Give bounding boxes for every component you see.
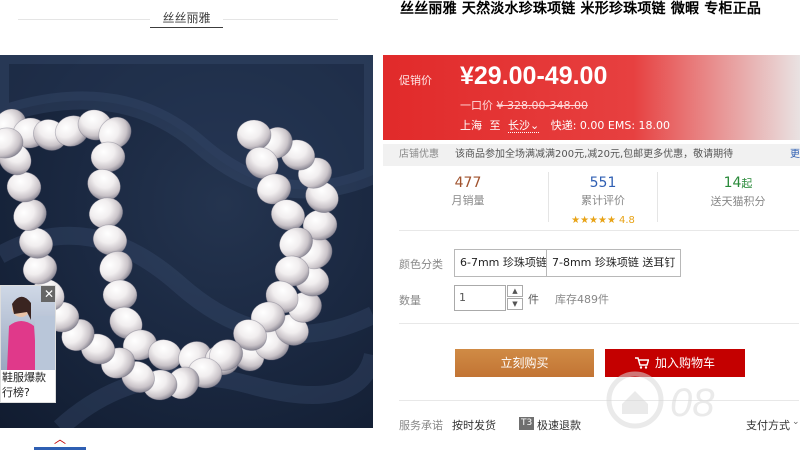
sales-stats: 477 月销量 551 累计评价 ★★★★★ 4.8 14起 送天猫积分 [383,172,800,226]
service-label: 服务承诺 [399,419,443,432]
t3-badge-icon: T3 [519,417,535,430]
gallery-panel: 丝丝丽雅 ✕ 鞋服爆款 行榜? ︿ [0,0,373,450]
add-to-cart-button[interactable]: 加入购物车 [605,349,745,377]
chevron-up-icon: ︿ [53,432,66,446]
points-caption: 送天猫积分 [710,195,766,208]
service-on-time-shipping[interactable]: 按时发货 [452,417,496,433]
ship-to-city[interactable]: 长沙 [508,119,530,132]
promo-price-label: 促销价 [399,74,432,87]
shipping-fee: 快递: 0.00 EMS: 18.00 [550,119,671,132]
ad-text-line2[interactable]: 行榜? [2,385,55,400]
shipping-row: 上海 至 长沙⌄ 快递: 0.00 EMS: 18.00 [460,117,670,133]
side-ad-banner[interactable]: ✕ 鞋服爆款 行榜? [0,285,56,403]
quantity-decrease-button[interactable]: ▼ [507,298,523,310]
quantity-increase-button[interactable]: ▲ [507,285,523,297]
original-price-row: 一口价 ¥ 328.00-348.00 [460,97,588,113]
payment-methods-toggle[interactable]: 支付方式 [746,417,790,433]
chevron-down-icon[interactable]: ⌄ [792,417,800,427]
stat-monthly-sales: 477 月销量 [423,172,513,222]
quantity-unit: 件 [528,293,539,306]
pearl [102,279,138,311]
stat-reviews[interactable]: 551 累计评价 ★★★★★ 4.8 [548,172,658,226]
add-to-cart-label[interactable]: 加入购物车 [655,356,715,370]
ship-to-city-select[interactable]: 长沙⌄ [508,119,540,133]
monthly-sales-count: 477 [454,175,482,191]
ship-to-word: 至 [489,119,501,132]
product-main-image[interactable]: ✕ 鞋服爆款 行榜? [0,55,373,428]
shop-promotion-more-link[interactable]: 更 [790,144,800,166]
stock-count: 库存489件 [555,293,609,306]
service-fast-refund[interactable]: 极速退款 [537,417,581,433]
service-row: 服务承诺 按时发货 T3 极速退款 支付方式 ⌄ [399,417,800,433]
product-detail-panel: 丝丝丽雅 天然淡水珍珠项链 米形珍珠项链 微暇 专柜正品 促销价 ¥29.00-… [383,0,800,450]
rating-stars: ★★★★★ [571,215,616,226]
quantity-input[interactable]: 1 [454,285,506,311]
thumbnail-scroll-up[interactable]: ︿ [34,428,86,450]
sku-option-6-7mm[interactable]: 6-7mm 珍珠项链 [454,249,553,277]
rating-stars-icon: ★★★★★ 4.8 [571,215,635,226]
chevron-down-icon[interactable]: ⌄ [530,119,539,132]
sku-option-7-8mm[interactable]: 7-8mm 珍珠项链 送耳钉 [546,249,682,277]
monthly-sales-caption: 月销量 [451,194,485,207]
ad-text-line1[interactable]: 鞋服爆款 [2,370,55,385]
points-unit: 起 [741,177,753,190]
shop-header: 丝丝丽雅 [0,0,373,40]
ad-text[interactable]: 鞋服爆款 行榜? [1,370,55,400]
cart-icon [634,351,650,379]
divider [399,230,799,231]
review-count[interactable]: 551 [549,172,657,194]
promo-price: ¥29.00-49.00 [460,62,608,90]
color-option-label: 颜色分类 [399,258,443,271]
points-number: 14 [723,175,742,191]
points-count: 14起 [683,172,793,195]
shop-name[interactable]: 丝丝丽雅 [0,9,373,28]
buy-now-button[interactable]: 立刻购买 [455,349,594,377]
original-price-label: 一口价 [460,99,493,112]
quantity-label: 数量 [399,294,421,307]
rating-score: 4.8 [618,215,635,226]
price-box: 促销价 ¥29.00-49.00 一口价 ¥ 328.00-348.00 上海 … [383,55,800,140]
stat-tmall-points: 14起 送天猫积分 [683,172,793,222]
original-price: ¥ 328.00-348.00 [496,99,588,112]
divider [399,400,799,401]
pearl [6,171,42,203]
ship-from: 上海 [460,119,482,132]
review-caption[interactable]: 累计评价 [549,194,657,208]
shop-promotion-strip: 店铺优惠 该商品参加全场满减满200元,减20元,包邮更多优惠，敬请期待 更 [383,144,800,166]
shop-name-text[interactable]: 丝丝丽雅 [150,11,223,28]
ad-close-icon[interactable]: ✕ [41,286,55,302]
pearl [236,119,272,151]
shop-promotion-label: 店铺优惠 [399,149,439,160]
shop-promotion-text: 该商品参加全场满减满200元,减20元,包邮更多优惠，敬请期待 [455,149,734,160]
product-title: 丝丝丽雅 天然淡水珍珠项链 米形珍珠项链 微暇 专柜正品 [400,1,762,17]
divider [399,323,799,324]
